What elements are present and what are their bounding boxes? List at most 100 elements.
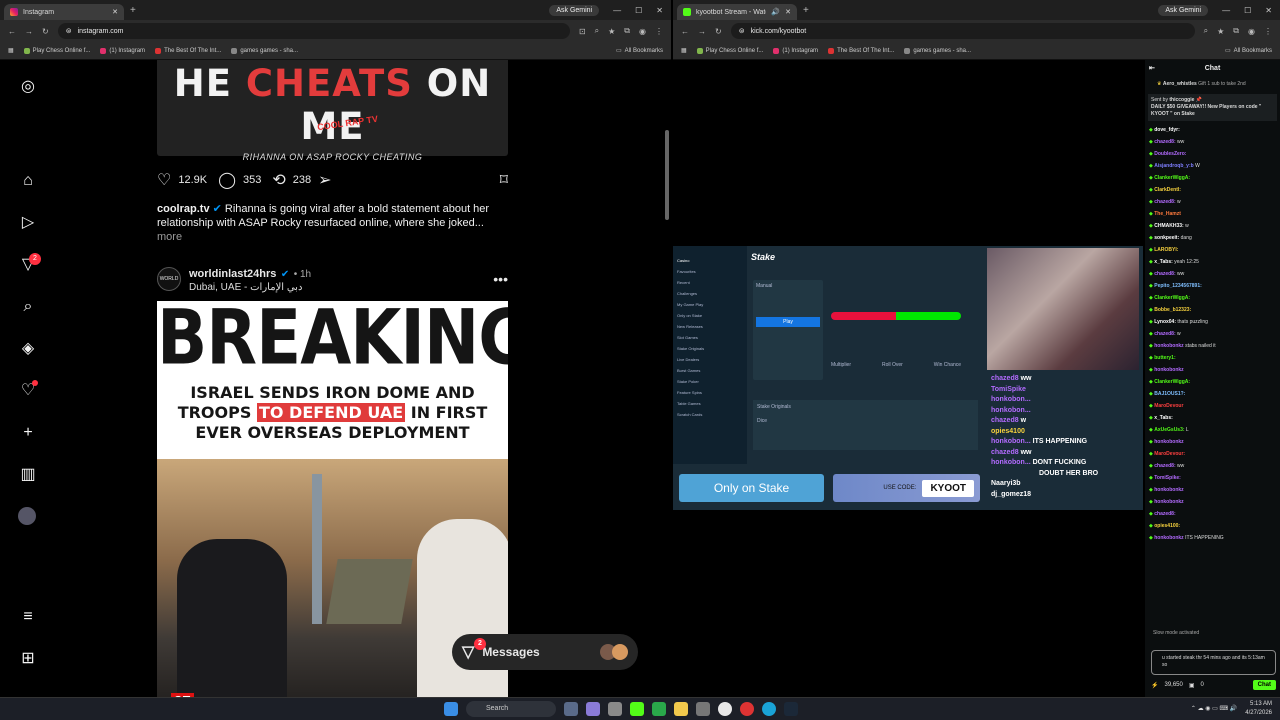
star-icon[interactable]: ★	[1217, 27, 1224, 36]
chat-message[interactable]: ◆ ClankerWiggA:	[1145, 292, 1280, 304]
comment-icon[interactable]: ◯	[218, 170, 236, 190]
tray-icons[interactable]: ⌃ ☁ ◉ ▭ ⌨ 🔊	[1191, 705, 1237, 714]
pinned-message[interactable]: Sent by thiccoggie 📌 DAILY $50 GIVEAWAY!…	[1148, 94, 1277, 121]
extensions-icon[interactable]: ⧉	[1233, 26, 1239, 36]
home-icon[interactable]: ⌂	[18, 171, 38, 191]
chat-message[interactable]: ◆ sonkpeeit: dang	[1145, 232, 1280, 244]
collapse-chat-icon[interactable]: ⇤	[1149, 60, 1155, 78]
ask-gemini-button[interactable]: Ask Gemini	[549, 4, 600, 16]
chat-username[interactable]: AxUeGsUs3:	[1154, 427, 1184, 433]
reload-icon[interactable]: ↻	[42, 27, 49, 36]
minimize-icon[interactable]: —	[613, 6, 621, 15]
minimize-icon[interactable]: —	[1222, 6, 1230, 15]
site-info-icon[interactable]: ⊜	[739, 27, 745, 35]
back-icon[interactable]: ←	[681, 27, 689, 36]
bookmark-chess[interactable]: Play Chess Online f...	[23, 47, 90, 54]
chat-username[interactable]: The_Hamzt	[1154, 211, 1181, 217]
app-icon[interactable]	[740, 702, 754, 716]
chat-message[interactable]: ◆ Aisjandroqb_y:b W	[1145, 160, 1280, 172]
post-author[interactable]: worldinlast24hrs	[189, 268, 276, 280]
chat-username[interactable]: Bobbe_b12323:	[1154, 307, 1191, 313]
chat-message[interactable]: ◆ TomiSpike:	[1145, 472, 1280, 484]
profile-icon[interactable]: ◉	[639, 27, 646, 36]
chat-username[interactable]: honkobonkz	[1154, 535, 1183, 541]
menu-icon[interactable]: ⋮	[1264, 27, 1272, 36]
site-info-icon[interactable]: ⊜	[66, 27, 72, 35]
bookmark-instagram[interactable]: (1) Instagram	[773, 47, 818, 54]
chat-message[interactable]: ◆ chazed8: ww	[1145, 460, 1280, 472]
video-player[interactable]: Casino Favourites Recent Challenges My G…	[673, 246, 1143, 510]
close-tab-icon[interactable]: ✕	[112, 8, 118, 16]
zoom-icon[interactable]: ⌕	[595, 26, 599, 36]
chat-username[interactable]: buttery1:	[1154, 355, 1175, 361]
chat-message[interactable]: ◆ MaroDevour:	[1145, 448, 1280, 460]
author-avatar[interactable]: WORLD	[157, 266, 181, 291]
chat-username[interactable]: honkobonkz	[1154, 439, 1183, 445]
chat-message[interactable]: ◆ ClankerWiggA:	[1145, 172, 1280, 184]
reels-icon[interactable]: ▷	[18, 213, 38, 233]
all-bookmarks[interactable]: ▭ All Bookmarks	[616, 47, 663, 55]
bookmark-instagram[interactable]: (1) Instagram	[100, 47, 145, 54]
bookmark-best-of[interactable]: The Best Of The Int...	[155, 47, 221, 54]
chat-message[interactable]: ◆ opies4100:	[1145, 520, 1280, 532]
ask-gemini-button[interactable]: Ask Gemini	[1158, 4, 1209, 16]
explore-icon[interactable]: ◈	[18, 339, 38, 359]
like-icon[interactable]: ♡	[157, 170, 171, 190]
kick-icon[interactable]	[630, 702, 644, 716]
tab-instagram[interactable]: Instagram ✕	[4, 4, 124, 20]
instagram-logo-icon[interactable]: ◎	[18, 77, 38, 97]
chat-message[interactable]: ◆ honkobonkz	[1145, 484, 1280, 496]
chat-username[interactable]: ClarkDentl:	[1154, 187, 1181, 193]
chat-username[interactable]: ClankerWiggA:	[1154, 295, 1190, 301]
new-tab-icon[interactable]: +	[803, 5, 809, 16]
chat-username[interactable]: chazed8:	[1154, 271, 1175, 277]
chat-message[interactable]: ◆ ClankerWiggA:	[1145, 376, 1280, 388]
tab-kick[interactable]: kyootbot Stream - Watch l 🔊 ✕	[677, 4, 797, 20]
chat-message[interactable]: ◆ x_Tabs: yeah 12:25	[1145, 256, 1280, 268]
chat-message[interactable]: ◆ Bobbe_b12323:	[1145, 304, 1280, 316]
chat-username[interactable]: honkobonkz	[1154, 499, 1183, 505]
post-image-rihanna[interactable]: HE CHEATS ON ME RIHANNA ON ASAP ROCKY CH…	[157, 60, 508, 162]
chat-message[interactable]: ◆ BAJ1OUS1?:	[1145, 388, 1280, 400]
new-tab-icon[interactable]: +	[130, 5, 136, 16]
chat-username[interactable]: sonkpeeit:	[1154, 235, 1179, 241]
reload-icon[interactable]: ↻	[715, 27, 722, 36]
more-link[interactable]: more	[157, 231, 182, 243]
close-tab-icon[interactable]: ✕	[785, 8, 791, 16]
apps-icon[interactable]: ▦	[8, 47, 14, 54]
chat-username[interactable]: chazed8:	[1154, 331, 1175, 337]
chat-username[interactable]: chazed8:	[1154, 199, 1175, 205]
url-field[interactable]: ⊜ instagram.com	[57, 23, 570, 39]
chat-message[interactable]: ◆ chazed8: w	[1145, 328, 1280, 340]
zoom-icon[interactable]: ⌕	[1204, 26, 1208, 36]
chat-message[interactable]: ◆ chazed8: w	[1145, 196, 1280, 208]
extensions-icon[interactable]: ⧉	[624, 26, 630, 36]
chat-username[interactable]: LAROBYI:	[1154, 247, 1178, 253]
more-options-icon[interactable]: •••	[493, 271, 508, 287]
chat-username[interactable]: Lynox04:	[1154, 319, 1176, 325]
all-bookmarks[interactable]: ▭ All Bookmarks	[1225, 47, 1272, 55]
chat-username[interactable]: CHMAKH33:	[1154, 223, 1183, 229]
close-window-icon[interactable]: ✕	[656, 6, 663, 15]
chat-message[interactable]: ◆ buttery1:	[1145, 352, 1280, 364]
file-explorer-icon[interactable]	[674, 702, 688, 716]
star-icon[interactable]: ★	[608, 27, 615, 36]
gift-icon[interactable]: ▣	[1189, 682, 1195, 689]
chat-message[interactable]: ◆ chazed8: ww	[1145, 136, 1280, 148]
app-icon[interactable]	[586, 702, 600, 716]
chat-username[interactable]: Pepito_1234567891:	[1154, 283, 1202, 289]
chat-username[interactable]: TomiSpike:	[1154, 475, 1181, 481]
forward-icon[interactable]: →	[25, 27, 33, 36]
app-icon[interactable]	[652, 702, 666, 716]
forward-icon[interactable]: →	[698, 27, 706, 36]
chat-username[interactable]: DoublesZero:	[1154, 151, 1186, 157]
threads-icon[interactable]: ⊞	[18, 649, 38, 669]
chat-message[interactable]: ◆ MaroDevour	[1145, 400, 1280, 412]
menu-icon[interactable]: ⋮	[655, 27, 663, 36]
save-icon[interactable]: ⌑	[500, 170, 508, 190]
chat-message[interactable]: ◆ dove_fdyr:	[1145, 124, 1280, 136]
chat-send-button[interactable]: Chat	[1252, 680, 1276, 690]
repost-icon[interactable]: ⟲	[272, 170, 285, 190]
bookmark-games[interactable]: games games - sha...	[904, 47, 971, 54]
search-icon[interactable]: ⌕	[18, 297, 38, 317]
